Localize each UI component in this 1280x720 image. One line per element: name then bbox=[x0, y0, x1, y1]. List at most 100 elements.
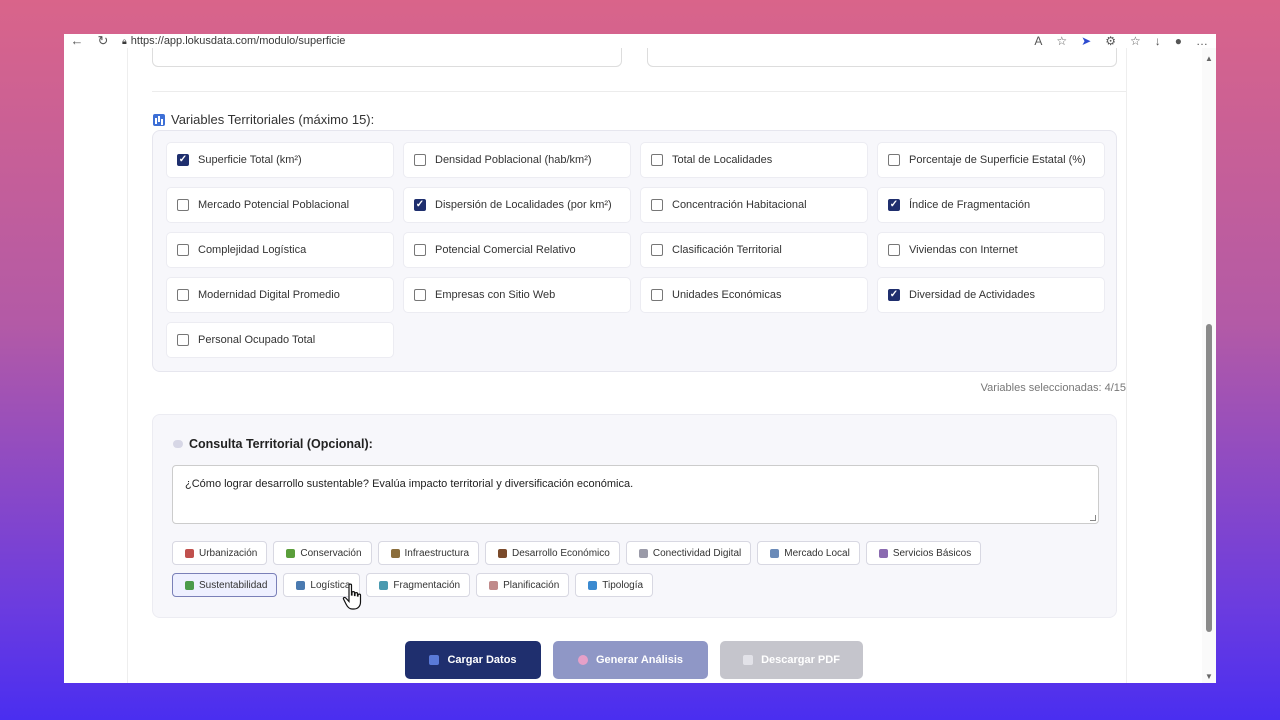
section-divider bbox=[152, 91, 1126, 92]
favorite-icon[interactable]: ☆ bbox=[1056, 34, 1067, 48]
checkbox[interactable] bbox=[177, 199, 189, 211]
bar-chart-icon bbox=[429, 655, 440, 665]
variable-option[interactable]: Dispersión de Localidades (por km²) bbox=[403, 187, 631, 223]
selected-count: Variables seleccionadas: 4/15 bbox=[980, 382, 1126, 394]
checkbox[interactable] bbox=[177, 244, 189, 256]
variable-option[interactable]: Clasificación Territorial bbox=[640, 232, 868, 268]
topic-emoji-icon bbox=[185, 548, 194, 558]
variable-option[interactable]: Superficie Total (km²) bbox=[166, 142, 394, 178]
variable-option[interactable]: Concentración Habitacional bbox=[640, 187, 868, 223]
hand-cursor-icon bbox=[342, 583, 362, 610]
variable-option[interactable]: Empresas con Sitio Web bbox=[403, 277, 631, 313]
variables-grid: Superficie Total (km²) Densidad Poblacion… bbox=[166, 142, 1105, 358]
topic-chip-label: Mercado Local bbox=[784, 547, 850, 559]
checkbox[interactable] bbox=[414, 244, 426, 256]
variable-label: Superficie Total (km²) bbox=[198, 154, 302, 166]
topic-emoji-icon bbox=[878, 548, 888, 558]
download-pdf-button[interactable]: Descargar PDF bbox=[720, 641, 863, 679]
load-data-button[interactable]: Cargar Datos bbox=[405, 641, 541, 679]
download-pdf-label: Descargar PDF bbox=[761, 654, 840, 666]
variable-option[interactable]: Índice de Fragmentación bbox=[877, 187, 1105, 223]
checkbox[interactable] bbox=[177, 289, 189, 301]
more-icon[interactable]: … bbox=[1196, 34, 1208, 48]
checkbox-checked[interactable] bbox=[888, 199, 900, 211]
topic-chip[interactable]: Infraestructura bbox=[377, 541, 480, 565]
topic-chip-label: Infraestructura bbox=[404, 547, 470, 559]
checkbox[interactable] bbox=[888, 244, 900, 256]
generate-analysis-button[interactable]: Generar Análisis bbox=[553, 641, 708, 679]
topic-emoji-icon bbox=[286, 548, 296, 558]
topic-chip[interactable]: Mercado Local bbox=[757, 541, 860, 565]
scroll-up-icon[interactable]: ▲ bbox=[1202, 54, 1216, 63]
checkbox[interactable] bbox=[651, 244, 663, 256]
topic-chip[interactable]: Tipología bbox=[575, 573, 654, 597]
resize-grip-icon[interactable] bbox=[1090, 515, 1096, 521]
variable-option[interactable]: Potencial Comercial Relativo bbox=[403, 232, 631, 268]
topic-emoji-icon bbox=[390, 548, 400, 558]
variable-option[interactable]: Diversidad de Actividades bbox=[877, 277, 1105, 313]
checkbox[interactable] bbox=[414, 289, 426, 301]
topic-chip-label: Urbanización bbox=[199, 547, 258, 559]
checkbox[interactable] bbox=[414, 154, 426, 166]
filter-input-left[interactable] bbox=[152, 48, 622, 67]
variable-option[interactable]: Viviendas con Internet bbox=[877, 232, 1105, 268]
variable-option[interactable]: Complejidad Logística bbox=[166, 232, 394, 268]
variable-option[interactable]: Densidad Poblacional (hab/km²) bbox=[403, 142, 631, 178]
topic-chip[interactable]: Servicios Básicos bbox=[865, 541, 982, 565]
topic-chip-label: Planificación bbox=[503, 579, 560, 591]
topic-chip[interactable]: Conectividad Digital bbox=[625, 541, 752, 565]
variable-option[interactable]: Personal Ocupado Total bbox=[166, 322, 394, 358]
profile-icon[interactable]: ● bbox=[1175, 34, 1182, 48]
topic-chip[interactable]: Sustentabilidad bbox=[172, 573, 278, 597]
refresh-icon[interactable]: ↻ bbox=[90, 34, 116, 48]
variable-option[interactable]: Mercado Potencial Poblacional bbox=[166, 187, 394, 223]
variable-label: Índice de Fragmentación bbox=[909, 199, 1031, 211]
variable-option[interactable]: Unidades Económicas bbox=[640, 277, 868, 313]
variable-label: Potencial Comercial Relativo bbox=[435, 244, 576, 256]
topic-chip[interactable]: Conservación bbox=[273, 541, 372, 565]
scroll-down-icon[interactable]: ▼ bbox=[1202, 672, 1216, 681]
topic-chip[interactable]: Planificación bbox=[476, 573, 570, 597]
variable-label: Concentración Habitacional bbox=[672, 199, 807, 211]
checkbox[interactable] bbox=[651, 154, 663, 166]
topic-chip[interactable]: Desarrollo Económico bbox=[485, 541, 620, 565]
address-bar[interactable]: 🔒︎ https://app.lokusdata.com/modulo/supe… bbox=[122, 35, 345, 47]
variable-label: Dispersión de Localidades (por km²) bbox=[435, 199, 612, 211]
thought-bubble-icon bbox=[173, 440, 183, 448]
topic-chip-label: Servicios Básicos bbox=[892, 547, 972, 559]
variable-option[interactable]: Total de Localidades bbox=[640, 142, 868, 178]
url-text: https://app.lokusdata.com/modulo/superfi… bbox=[130, 35, 346, 47]
back-icon[interactable]: ← bbox=[64, 34, 90, 48]
variables-panel: Superficie Total (km²) Densidad Poblacion… bbox=[152, 130, 1117, 372]
read-aloud-icon[interactable]: A bbox=[1034, 34, 1042, 48]
copilot-icon[interactable]: ➤ bbox=[1081, 34, 1091, 48]
variable-label: Empresas con Sitio Web bbox=[435, 289, 556, 301]
scroll-thumb[interactable] bbox=[1206, 324, 1212, 632]
topic-emoji-icon bbox=[379, 580, 389, 590]
top-inputs bbox=[152, 48, 1117, 68]
variable-label: Viviendas con Internet bbox=[909, 244, 1018, 256]
extensions-icon[interactable]: ⚙ bbox=[1105, 34, 1116, 48]
document-icon bbox=[743, 655, 754, 665]
variable-option[interactable]: Porcentaje de Superficie Estatal (%) bbox=[877, 142, 1105, 178]
query-textarea[interactable]: ¿Cómo lograr desarrollo sustentable? Eva… bbox=[172, 465, 1099, 524]
variable-label: Porcentaje de Superficie Estatal (%) bbox=[909, 154, 1086, 166]
variables-title: Variables Territoriales (máximo 15): bbox=[171, 112, 375, 127]
checkbox[interactable] bbox=[651, 199, 663, 211]
filter-input-right[interactable] bbox=[647, 48, 1117, 67]
checkbox-checked[interactable] bbox=[414, 199, 426, 211]
topic-chip[interactable]: Urbanización bbox=[172, 541, 268, 565]
generate-analysis-label: Generar Análisis bbox=[595, 654, 684, 666]
variable-option[interactable]: Modernidad Digital Promedio bbox=[166, 277, 394, 313]
checkbox[interactable] bbox=[888, 154, 900, 166]
topic-chip[interactable]: Fragmentación bbox=[366, 573, 471, 597]
topic-chips: Urbanización Conservación Infraestructura D… bbox=[172, 541, 1102, 605]
checkbox-checked[interactable] bbox=[888, 289, 900, 301]
checkbox[interactable] bbox=[177, 334, 189, 346]
download-icon[interactable]: ↓ bbox=[1155, 34, 1161, 48]
topic-emoji-icon bbox=[185, 580, 194, 590]
checkbox[interactable] bbox=[651, 289, 663, 301]
favorites-bar-icon[interactable]: ☆ bbox=[1130, 34, 1141, 48]
page-scrollbar[interactable]: ▲ ▼ bbox=[1202, 48, 1216, 683]
checkbox-checked[interactable] bbox=[177, 154, 189, 166]
